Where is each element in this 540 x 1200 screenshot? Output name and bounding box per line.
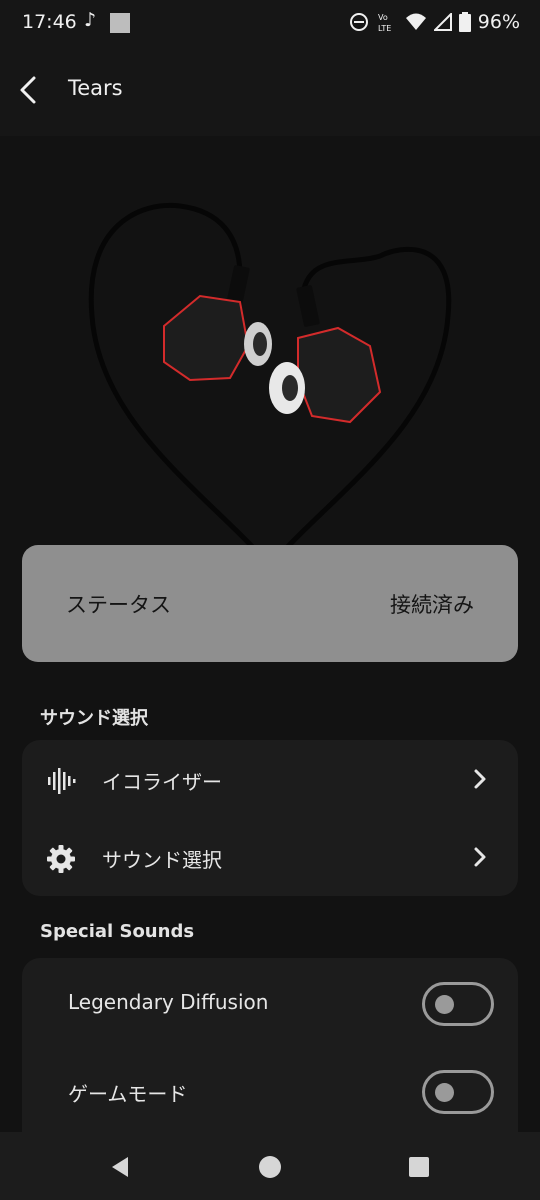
equalizer-label: イコライザー xyxy=(102,770,222,794)
sound-select-label: サウンド選択 xyxy=(102,848,222,872)
nav-home-button[interactable] xyxy=(255,1152,285,1182)
status-time: 17:46 xyxy=(22,11,77,33)
status-value: 接続済み xyxy=(390,593,474,617)
wifi-icon xyxy=(405,13,426,30)
back-arrow-icon xyxy=(20,76,36,104)
status-label: ステータス xyxy=(66,593,171,617)
sound-section-title: サウンド選択 xyxy=(40,708,148,729)
back-button[interactable] xyxy=(10,70,46,110)
legendary-diffusion-toggle[interactable] xyxy=(422,982,494,1026)
battery-icon xyxy=(458,12,471,32)
special-sounds-title: Special Sounds xyxy=(40,921,195,942)
toggle-knob xyxy=(435,995,454,1014)
special-sounds-card: Legendary Diffusion ゲームモード xyxy=(22,958,518,1132)
equalizer-row[interactable]: イコライザー xyxy=(22,740,518,818)
system-navigation-bar xyxy=(0,1132,540,1200)
status-bar: 17:46 ♪ Vo LTE 96% xyxy=(0,0,540,48)
nav-back-button[interactable] xyxy=(106,1152,136,1182)
legendary-diffusion-row: Legendary Diffusion xyxy=(22,958,518,1046)
equalizer-icon xyxy=(48,768,76,794)
app-bar: Tears xyxy=(0,48,540,136)
sound-select-row[interactable]: サウンド選択 xyxy=(22,818,518,896)
volte-icon: Vo LTE xyxy=(378,13,391,33)
signal-icon xyxy=(433,13,452,31)
game-mode-toggle[interactable] xyxy=(422,1070,494,1114)
page-title: Tears xyxy=(68,76,123,100)
dnd-icon xyxy=(349,13,368,31)
chevron-right-icon xyxy=(474,847,486,867)
battery-percentage: 96% xyxy=(477,11,520,33)
game-mode-row: ゲームモード xyxy=(22,1046,518,1132)
main-content: ステータス 接続済み サウンド選択 イコライザー サウンド選択 Special … xyxy=(0,136,540,1132)
gear-icon xyxy=(47,845,75,873)
svg-text:LTE: LTE xyxy=(378,24,391,33)
toggle-knob xyxy=(435,1083,454,1102)
chevron-right-icon xyxy=(474,769,486,789)
music-note-icon: ♪ xyxy=(84,9,97,31)
screenshot-icon xyxy=(110,13,130,33)
connection-status-card: ステータス 接続済み xyxy=(22,545,518,662)
legendary-diffusion-label: Legendary Diffusion xyxy=(68,990,269,1014)
earphones-image xyxy=(88,202,452,568)
status-icons: Vo LTE 96% xyxy=(349,11,520,33)
game-mode-label: ゲームモード xyxy=(68,1082,188,1106)
sound-settings-card: イコライザー サウンド選択 xyxy=(22,740,518,896)
nav-recents-button[interactable] xyxy=(404,1152,434,1182)
svg-text:Vo: Vo xyxy=(378,13,388,22)
